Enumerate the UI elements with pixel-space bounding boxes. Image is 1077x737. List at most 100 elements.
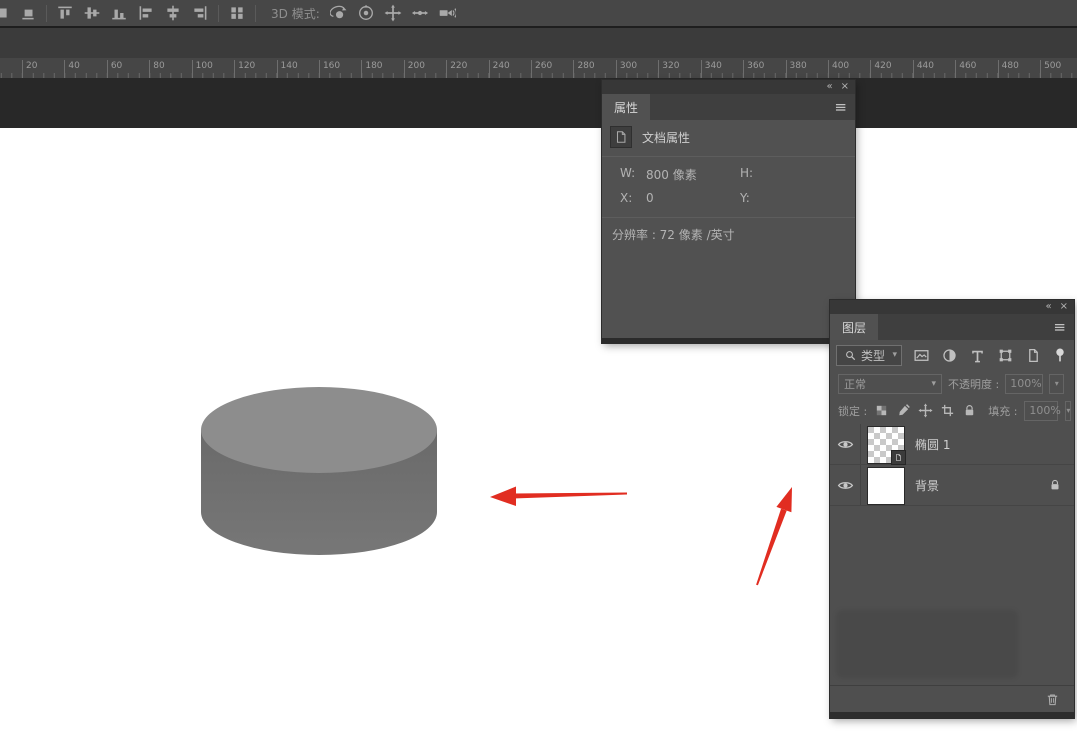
- align-right-icon[interactable]: [191, 4, 209, 22]
- layer-name[interactable]: 背景: [915, 465, 1048, 505]
- lock-transparent-icon[interactable]: [874, 403, 889, 418]
- collapse-panel-icon[interactable]: «: [826, 82, 832, 92]
- properties-tabbar: 属性 ≡: [602, 94, 855, 120]
- pin-toggle-icon[interactable]: [1052, 347, 1068, 363]
- 3d-orbit-icon[interactable]: [330, 4, 348, 22]
- x-value[interactable]: 0: [646, 191, 654, 205]
- blurred-region: [836, 610, 1018, 678]
- filter-kind-buttons: [910, 347, 1042, 364]
- opacity-slider-chevron[interactable]: ▾: [1049, 374, 1064, 394]
- distribute-icon[interactable]: [228, 4, 246, 22]
- gray-cylinder: [201, 387, 437, 555]
- opacity-label: 不透明度 :: [948, 376, 999, 392]
- fill-slider-chevron[interactable]: ▾: [1065, 401, 1071, 421]
- layer-row[interactable]: 椭圆 1: [830, 424, 1074, 465]
- lock-move-icon[interactable]: [918, 403, 933, 418]
- search-icon: [844, 349, 857, 362]
- ruler-tick-label: 220: [446, 60, 467, 78]
- layer-filter-row: 类型 ▾: [830, 340, 1074, 370]
- horizontal-ruler: 2040608010012014016018020022024026028030…: [0, 58, 1077, 78]
- width-label: W:: [620, 166, 635, 180]
- shape-filter-icon[interactable]: [997, 347, 1014, 364]
- ruler-tick-label: 300: [616, 60, 637, 78]
- panel-menu-icon[interactable]: ≡: [1053, 314, 1066, 340]
- y-label: Y:: [740, 191, 750, 205]
- layers-panel-header: « ×: [830, 300, 1074, 314]
- layer-filter-type-select[interactable]: 类型 ▾: [836, 345, 902, 366]
- ruler-tick-label: 500: [1040, 60, 1061, 78]
- toolbar-divider: [218, 5, 219, 22]
- 3d-roll-icon[interactable]: [357, 4, 375, 22]
- ruler-tick-label: 420: [870, 60, 891, 78]
- adjustment-filter-icon[interactable]: [941, 347, 958, 364]
- layers-panel: « × 图层 ≡ 类型 ▾ 正常 ▾ 不透明度 :: [830, 300, 1074, 718]
- align-vcenter-icon[interactable]: [83, 4, 101, 22]
- canvas-surround: [0, 78, 1077, 128]
- layers-empty-area: [830, 506, 1074, 685]
- filter-type-label: 类型: [861, 347, 888, 364]
- tab-layers[interactable]: 图层: [830, 314, 878, 340]
- toolbar-divider: [46, 5, 47, 22]
- align-left-icon[interactable]: [137, 4, 155, 22]
- annotation-arrow-up-right: [756, 487, 792, 585]
- ruler-tick-label: 360: [743, 60, 764, 78]
- trash-icon[interactable]: [1045, 692, 1060, 707]
- layer-visibility-toggle[interactable]: [830, 424, 861, 464]
- ruler-tick-label: 100: [192, 60, 213, 78]
- layer-name[interactable]: 椭圆 1: [915, 424, 1074, 464]
- align-top-icon[interactable]: [56, 4, 74, 22]
- ruler-tick-label: 280: [573, 60, 594, 78]
- image-filter-icon[interactable]: [913, 347, 930, 364]
- tab-properties[interactable]: 属性: [602, 94, 650, 120]
- blend-mode-select[interactable]: 正常 ▾: [838, 374, 942, 394]
- text-filter-icon[interactable]: [969, 347, 986, 364]
- width-value[interactable]: 800 像素: [646, 166, 697, 183]
- collapse-panel-icon[interactable]: «: [1045, 302, 1051, 312]
- ruler-tick-label: 320: [658, 60, 679, 78]
- smart-object-filter-icon[interactable]: [1025, 347, 1042, 364]
- close-panel-icon[interactable]: ×: [1060, 302, 1068, 312]
- ruler-tick-label: 400: [828, 60, 849, 78]
- fill-label: 填充 :: [988, 403, 1017, 419]
- layer-thumbnail[interactable]: [867, 426, 905, 464]
- divider: [602, 156, 855, 157]
- layers-bottom-bar: [830, 685, 1074, 712]
- align-buttons: [56, 4, 209, 22]
- 3d-zoom-icon[interactable]: [438, 4, 456, 22]
- 3d-mode-label: 3D 模式:: [271, 5, 320, 22]
- lock-paint-icon[interactable]: [896, 403, 911, 418]
- document-properties-row: 文档属性: [610, 126, 690, 148]
- ruler-tick-label: 260: [531, 60, 552, 78]
- ruler-tick-label: 480: [998, 60, 1019, 78]
- 3d-mode-buttons: [330, 4, 456, 22]
- layers-panel-body: 类型 ▾ 正常 ▾ 不透明度 : 100% ▾ 锁定 : 填充 : 100%: [830, 340, 1074, 718]
- clipped-tool-icon[interactable]: [0, 4, 10, 22]
- 3d-pan-icon[interactable]: [384, 4, 402, 22]
- panel-menu-icon[interactable]: ≡: [834, 94, 847, 120]
- opacity-value[interactable]: 100%: [1005, 374, 1043, 394]
- layer-thumbnail[interactable]: [867, 467, 905, 505]
- lock-buttons: [874, 403, 977, 418]
- ruler-tick-label: 80: [149, 60, 164, 78]
- ruler-tick-label: 20: [22, 60, 37, 78]
- 3d-slide-icon[interactable]: [411, 4, 429, 22]
- ruler-tick-label: 140: [277, 60, 298, 78]
- close-panel-icon[interactable]: ×: [841, 82, 849, 92]
- properties-panel: « × 属性 ≡ 文档属性 W: 800 像素 H: X: 0 Y: 分辨率 :…: [602, 80, 855, 343]
- ruler-tick-label: 60: [107, 60, 122, 78]
- lock-all-icon[interactable]: [962, 403, 977, 418]
- panel-bottom-edge: [830, 712, 1074, 718]
- eye-icon: [837, 477, 854, 494]
- layer-row[interactable]: 背景: [830, 465, 1074, 506]
- annotation-arrow-left: [490, 487, 627, 507]
- fill-value[interactable]: 100%: [1024, 401, 1058, 421]
- align-merge-icon[interactable]: [19, 4, 37, 22]
- align-hcenter-icon[interactable]: [164, 4, 182, 22]
- lock-frame-icon[interactable]: [940, 403, 955, 418]
- divider: [602, 217, 855, 218]
- layer-visibility-toggle[interactable]: [830, 465, 861, 505]
- eye-icon: [837, 436, 854, 453]
- properties-panel-header: « ×: [602, 80, 855, 94]
- ruler-tick-label: 180: [361, 60, 382, 78]
- align-bottom-icon[interactable]: [110, 4, 128, 22]
